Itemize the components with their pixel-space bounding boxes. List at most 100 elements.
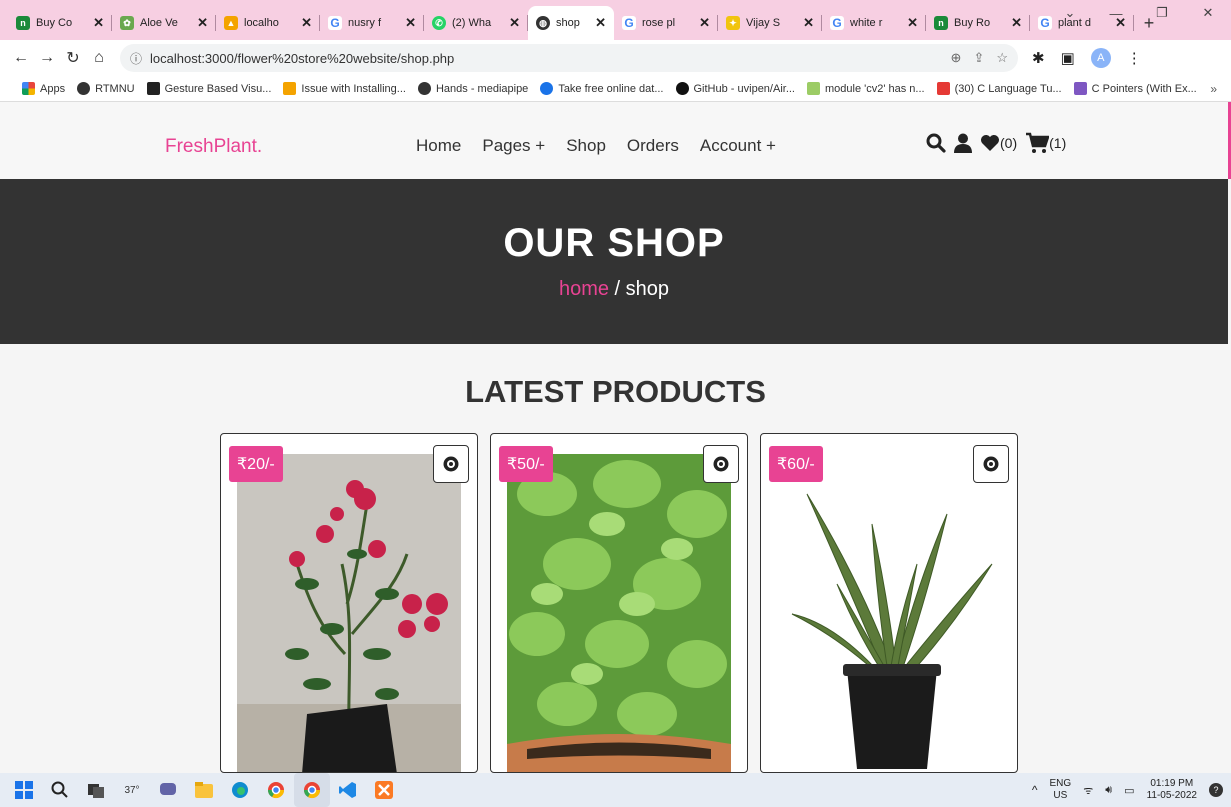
browser-tab[interactable]: Gwhite r ✕ [822, 6, 926, 40]
tab-title: rose pl [642, 17, 676, 29]
weather-widget[interactable]: 37° [114, 773, 150, 807]
nav-home[interactable]: Home [416, 136, 461, 156]
browser-tab[interactable]: ▲ localho ✕ [216, 6, 320, 40]
close-icon[interactable]: ✕ [405, 15, 416, 31]
address-bar[interactable]: ⓘ localhost:3000/flower%20store%20websit… [120, 44, 1018, 72]
user-icon[interactable] [954, 133, 972, 153]
reload-icon[interactable]: ↻ [60, 48, 86, 68]
bookmark-label: Gesture Based Visu... [164, 82, 272, 95]
chat-icon[interactable] [150, 773, 186, 807]
wifi-icon[interactable]: ᯤ [1083, 783, 1093, 798]
chevron-up-icon[interactable]: ^ [1032, 783, 1038, 797]
nav-orders[interactable]: Orders [627, 136, 679, 156]
google-icon: G [830, 16, 844, 30]
wishlist-link[interactable]: (0) [980, 134, 1017, 152]
bookmark-item[interactable]: (30) C Language Tu... [936, 82, 1062, 95]
search-icon[interactable] [42, 773, 78, 807]
browser-tab-active[interactable]: ◍ shop ✕ [528, 6, 614, 40]
notification-icon[interactable]: ? [1209, 783, 1223, 797]
close-icon[interactable]: ✕ [1011, 15, 1022, 31]
site-info-icon[interactable]: ⓘ [130, 50, 142, 67]
more-bookmarks-button[interactable]: » [1210, 82, 1217, 96]
tab-search-icon[interactable]: ⌄ [1047, 0, 1093, 26]
bookmark-item[interactable]: RTMNU [77, 82, 135, 95]
quick-view-button[interactable] [433, 445, 469, 483]
google-icon: G [328, 16, 342, 30]
close-icon[interactable]: ✕ [803, 15, 814, 31]
volume-icon[interactable]: 🔊︎ [1105, 784, 1112, 797]
browser-tab[interactable]: ✆ (2) Wha ✕ [424, 6, 528, 40]
xampp-icon[interactable] [366, 773, 402, 807]
quick-view-button[interactable] [703, 445, 739, 483]
minimize-icon[interactable]: — [1093, 0, 1139, 26]
chrome-icon[interactable] [258, 773, 294, 807]
menu-icon[interactable]: ⋮ [1127, 49, 1142, 67]
cart-link[interactable]: (1) [1025, 132, 1066, 154]
zoom-icon[interactable]: ⊕ [951, 50, 962, 66]
back-icon[interactable]: ← [8, 49, 34, 67]
side-panel-icon[interactable]: ▣ [1061, 49, 1075, 67]
bookmark-item[interactable]: Take free online dat... [540, 82, 664, 95]
whatsapp-icon: ✆ [432, 16, 446, 30]
close-icon[interactable]: ✕ [907, 15, 918, 31]
bookmark-apps[interactable]: Apps [22, 82, 65, 95]
product-card[interactable]: ₹20/- [220, 433, 478, 773]
share-icon[interactable]: ⇪ [973, 50, 984, 66]
task-view-icon[interactable] [78, 773, 114, 807]
eye-icon [713, 456, 729, 472]
lang-top: ENG [1049, 778, 1072, 789]
language-indicator[interactable]: ENG US [1050, 778, 1072, 802]
close-window-icon[interactable]: ✕ [1185, 0, 1231, 26]
product-card[interactable]: ₹60/- [760, 433, 1018, 773]
close-icon[interactable]: ✕ [197, 15, 208, 31]
github-icon [675, 82, 689, 95]
close-icon[interactable]: ✕ [699, 15, 710, 31]
forward-icon[interactable]: → [34, 49, 60, 67]
close-icon[interactable]: ✕ [301, 15, 312, 31]
bookmark-favicon-icon [807, 82, 820, 95]
bookmark-item[interactable]: Hands - mediapipe [417, 82, 528, 95]
vscode-icon[interactable] [330, 773, 366, 807]
eye-icon [443, 456, 459, 472]
tab-title: localho [244, 17, 279, 29]
breadcrumb-home[interactable]: home [559, 278, 609, 300]
browser-tab[interactable]: Grose pl ✕ [614, 6, 718, 40]
site-logo[interactable]: FreshPlant. [165, 136, 262, 158]
file-explorer-icon[interactable] [186, 773, 222, 807]
close-icon[interactable]: ✕ [595, 15, 606, 31]
profile-avatar[interactable]: A [1090, 48, 1111, 68]
nav-account[interactable]: Account + [700, 136, 776, 156]
product-card[interactable]: ₹50/- [490, 433, 748, 773]
browser-tab[interactable]: n Buy Co ✕ [8, 6, 112, 40]
bookmark-star-icon[interactable]: ☆ [996, 50, 1008, 66]
bookmark-item[interactable]: Gesture Based Visu... [146, 82, 272, 95]
close-icon[interactable]: ✕ [93, 15, 104, 31]
edge-icon[interactable] [222, 773, 258, 807]
nav-pages[interactable]: Pages + [482, 136, 545, 156]
windows-start-icon[interactable] [6, 773, 42, 807]
clock[interactable]: 01:19 PM 11-05-2022 [1147, 778, 1197, 802]
bookmark-item[interactable]: module 'cv2' has n... [807, 82, 925, 95]
globe-icon [77, 82, 91, 95]
browser-tab[interactable]: ✿ Aloe Ve ✕ [112, 6, 216, 40]
browser-tab-strip: n Buy Co ✕ ✿ Aloe Ve ✕ ▲ localho ✕ Gnusry f ✕ ✆… [0, 0, 1231, 40]
browser-tab[interactable]: ✦ Vijay S ✕ [718, 6, 822, 40]
quick-view-button[interactable] [973, 445, 1009, 483]
chrome-active-icon[interactable] [294, 773, 330, 807]
browser-tab[interactable]: Gnusry f ✕ [320, 6, 424, 40]
extensions-icon[interactable]: ✱ [1032, 49, 1045, 67]
close-icon[interactable]: ✕ [509, 15, 520, 31]
battery-icon[interactable]: ▭ [1124, 784, 1134, 797]
home-icon[interactable]: ⌂ [86, 49, 112, 67]
edge-e-icon [540, 82, 554, 95]
cart-icon [1026, 132, 1050, 153]
system-tray: ^ ENG US ᯤ 🔊︎ ▭ 01:19 PM 11-05-2022 ? [1032, 773, 1223, 807]
browser-tab[interactable]: n Buy Ro ✕ [926, 6, 1030, 40]
search-icon[interactable] [926, 133, 946, 153]
bookmark-item[interactable]: Issue with Installing... [283, 82, 406, 95]
nav-shop[interactable]: Shop [566, 136, 606, 156]
bookmark-item[interactable]: GitHub - uvipen/Air... [675, 82, 795, 95]
maximize-icon[interactable]: ❐ [1139, 0, 1185, 26]
bookmark-item[interactable]: C Pointers (With Ex... [1073, 82, 1197, 95]
url-text[interactable]: localhost:3000/flower%20store%20website/… [150, 51, 939, 66]
